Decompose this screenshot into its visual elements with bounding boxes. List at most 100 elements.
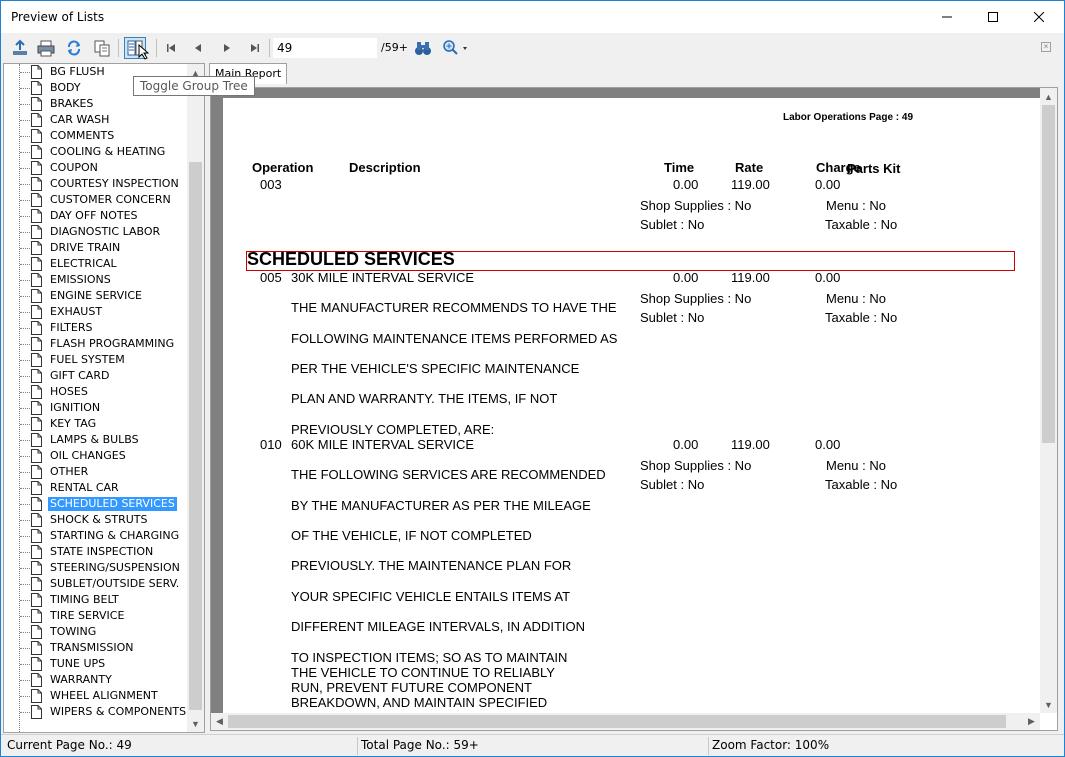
tree-connector <box>20 680 30 681</box>
scroll-down-arrow-icon[interactable]: ▼ <box>187 715 204 732</box>
tree-item[interactable]: FILTERS <box>4 320 188 336</box>
document-icon <box>31 401 42 415</box>
shop-supplies: Shop Supplies : No <box>640 291 752 306</box>
prev-page-icon <box>195 44 201 52</box>
tree-item[interactable]: COUPON <box>4 160 188 176</box>
tree-item-label: COMMENTS <box>50 129 115 142</box>
toolbar-separator <box>269 39 270 57</box>
document-icon <box>31 433 42 447</box>
report-viewer: Labor Operations Page : 49 Operation Des… <box>210 87 1058 731</box>
tree-connector <box>20 568 30 569</box>
tree-connector <box>20 216 30 217</box>
scroll-right-arrow-icon[interactable]: ▶ <box>1023 713 1040 730</box>
export-icon <box>13 39 27 55</box>
tree-connector <box>20 232 30 233</box>
tree-item[interactable]: WHEEL ALIGNMENT <box>4 688 188 704</box>
tree-connector <box>20 552 30 553</box>
operation-charge: 0.00 <box>815 177 841 192</box>
tree-item[interactable]: TRANSMISSION <box>4 640 188 656</box>
document-icon <box>31 481 42 495</box>
report-horizontal-scrollbar[interactable]: ◀ ▶ <box>211 713 1040 730</box>
tree-item[interactable]: BRAKES <box>4 96 188 112</box>
tree-item[interactable]: KEY TAG <box>4 416 188 432</box>
tree-item[interactable]: CAR WASH <box>4 112 188 128</box>
scroll-left-arrow-icon[interactable]: ◀ <box>211 713 228 730</box>
scroll-up-arrow-icon[interactable]: ▲ <box>1040 88 1057 105</box>
maximize-button[interactable] <box>970 1 1016 33</box>
prev-page-button[interactable] <box>187 37 209 59</box>
tree-item[interactable]: SHOCK & STRUTS <box>4 512 188 528</box>
document-icon <box>31 369 42 383</box>
tree-item[interactable]: TUNE UPS <box>4 656 188 672</box>
tree-item[interactable]: HOSES <box>4 384 188 400</box>
export-button[interactable] <box>9 37 31 59</box>
tree-item[interactable]: FLASH PROGRAMMING <box>4 336 188 352</box>
tree-item[interactable]: CUSTOMER CONCERN <box>4 192 188 208</box>
tree-item-label: ELECTRICAL <box>50 257 117 270</box>
tree-connector <box>20 696 30 697</box>
copy-button[interactable] <box>91 37 113 59</box>
tree-item[interactable]: WIPERS & COMPONENTS <box>4 704 188 720</box>
description-line: THE MANUFACTURER RECOMMENDS TO HAVE THE <box>291 300 617 315</box>
tree-item[interactable]: EXHAUST <box>4 304 188 320</box>
search-button[interactable] <box>412 37 434 59</box>
tree-item[interactable]: EMISSIONS <box>4 272 188 288</box>
description-line: PREVIOUSLY COMPLETED, ARE: <box>291 422 495 437</box>
scroll-down-arrow-icon[interactable]: ▼ <box>1040 696 1057 713</box>
minimize-icon <box>942 16 952 18</box>
first-page-button[interactable] <box>160 37 182 59</box>
tree-item[interactable]: OIL CHANGES <box>4 448 188 464</box>
close-button[interactable] <box>1016 1 1062 33</box>
taxable-flag: Taxable : No <box>825 477 898 492</box>
tree-item[interactable]: TIMING BELT <box>4 592 188 608</box>
tree-item[interactable]: FUEL SYSTEM <box>4 352 188 368</box>
tree-item[interactable]: STARTING & CHARGING <box>4 528 188 544</box>
tree-item-label: CAR WASH <box>50 113 110 126</box>
shop-supplies: Shop Supplies : No <box>640 198 752 213</box>
document-icon <box>31 593 42 607</box>
tree-scrollbar[interactable]: ▲ ▼ <box>187 64 204 732</box>
tree-item[interactable]: ELECTRICAL <box>4 256 188 272</box>
report-vertical-scrollbar[interactable]: ▲ ▼ <box>1040 88 1057 713</box>
tree-item[interactable]: TIRE SERVICE <box>4 608 188 624</box>
tree-item[interactable]: LAMPS & BULBS <box>4 432 188 448</box>
tree-connector <box>20 296 30 297</box>
tree-item[interactable]: COMMENTS <box>4 128 188 144</box>
page-number-input[interactable] <box>273 38 377 58</box>
tree-item[interactable]: SCHEDULED SERVICES <box>4 496 188 512</box>
tree-item[interactable]: RENTAL CAR <box>4 480 188 496</box>
tree-item[interactable]: TOWING <box>4 624 188 640</box>
tree-connector <box>20 408 30 409</box>
tree-item[interactable]: DAY OFF NOTES <box>4 208 188 224</box>
refresh-button[interactable] <box>63 37 85 59</box>
tree-item[interactable]: SUBLET/OUTSIDE SERV. <box>4 576 188 592</box>
tree-item[interactable]: COURTESY INSPECTION <box>4 176 188 192</box>
tree-connector <box>20 584 30 585</box>
tree-item[interactable]: IGNITION <box>4 400 188 416</box>
close-small-icon[interactable]: × <box>1041 42 1051 52</box>
tree-connector <box>20 168 30 169</box>
tree-scroll-thumb[interactable] <box>189 162 202 710</box>
operation-time: 0.00 <box>673 270 699 285</box>
tree-item[interactable]: STATE INSPECTION <box>4 544 188 560</box>
document-icon <box>31 529 42 543</box>
tree-item[interactable]: STEERING/SUSPENSION <box>4 560 188 576</box>
tree-item[interactable]: GIFT CARD <box>4 368 188 384</box>
tree-item[interactable]: COOLING & HEATING <box>4 144 188 160</box>
status-total-page: Total Page No.: 59+ <box>361 738 479 752</box>
zoom-dropdown-button[interactable] <box>441 37 471 59</box>
print-button[interactable] <box>35 37 57 59</box>
tree-item[interactable]: DIAGNOSTIC LABOR <box>4 224 188 240</box>
tree-item[interactable]: ENGINE SERVICE <box>4 288 188 304</box>
last-page-button[interactable] <box>244 37 266 59</box>
sublet-flag: Sublet : No <box>640 477 705 492</box>
tree-item[interactable]: WARRANTY <box>4 672 188 688</box>
document-icon <box>31 513 42 527</box>
report-hscroll-thumb[interactable] <box>228 715 1006 728</box>
tree-item[interactable]: DRIVE TRAIN <box>4 240 188 256</box>
minimize-button[interactable] <box>924 1 970 33</box>
description-line: PER THE VEHICLE'S SPECIFIC MAINTENANCE <box>291 361 580 376</box>
tree-item[interactable]: OTHER <box>4 464 188 480</box>
next-page-button[interactable] <box>216 37 238 59</box>
report-vscroll-thumb[interactable] <box>1042 105 1055 443</box>
